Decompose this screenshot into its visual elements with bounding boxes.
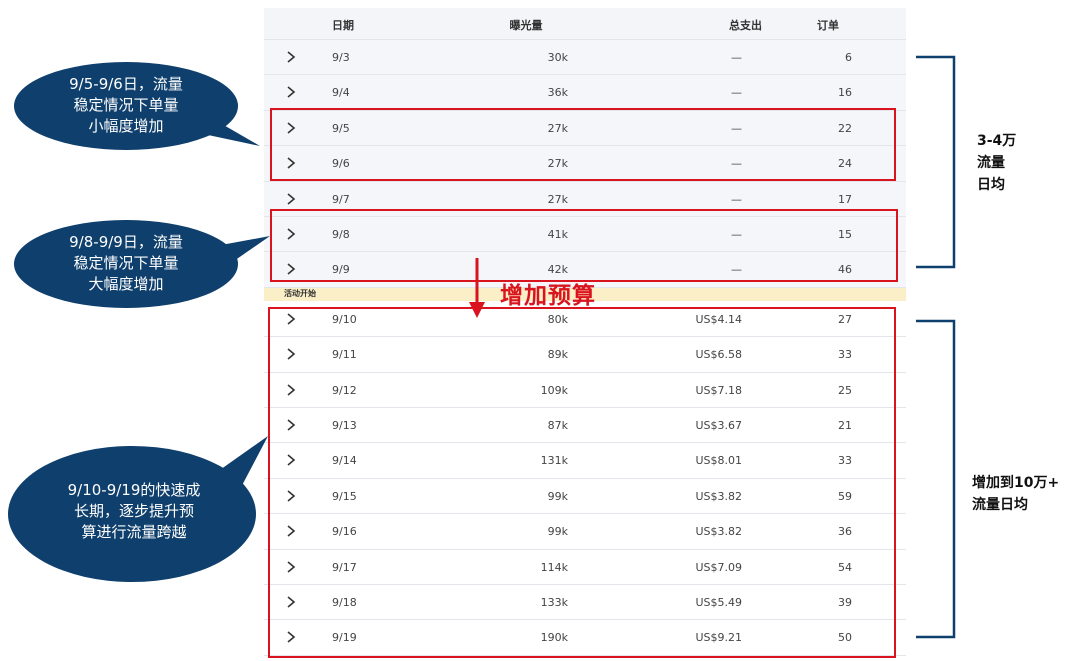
bracket-note-1-line-1: 3-4万 bbox=[977, 133, 1017, 149]
callout-2-line-1: 9/8-9/9日，流量 bbox=[69, 233, 183, 251]
expand-chevron-icon[interactable] bbox=[284, 84, 298, 100]
table-row[interactable]: 9/3 30k — 6 bbox=[264, 40, 906, 76]
bracket-note-1-line-2: 流量 bbox=[977, 155, 1005, 171]
callout-bubble-2: 9/8-9/9日，流量 稳定情况下单量 大幅度增加 bbox=[8, 212, 270, 312]
expand-chevron-icon[interactable] bbox=[284, 191, 298, 207]
cell-impressions: 27k bbox=[547, 192, 568, 206]
callout-bubble-1: 9/5-9/6日，流量 稳定情况下单量 小幅度增加 bbox=[8, 56, 260, 156]
cell-spend: — bbox=[731, 86, 742, 100]
highlight-box-9-8-9-9 bbox=[270, 209, 898, 282]
expand-chevron-icon[interactable] bbox=[284, 49, 298, 65]
bracket-pre-activity bbox=[914, 55, 958, 270]
header-orders: 订单 bbox=[817, 19, 839, 32]
bracket-note-2-line-1: 增加到10万+ bbox=[972, 475, 1060, 491]
highlight-box-9-10-9-19 bbox=[268, 307, 896, 658]
budget-increase-label: 增加预算 bbox=[500, 283, 596, 309]
bracket-note-post-activity: 增加到10万+ 流量日均 bbox=[972, 472, 1078, 516]
cell-orders: 17 bbox=[838, 192, 852, 206]
callout-3-line-1: 9/10-9/19的快速成 bbox=[67, 481, 201, 499]
highlight-box-9-5-9-6 bbox=[270, 108, 896, 181]
callout-2-line-3: 大幅度增加 bbox=[88, 275, 164, 293]
callout-3-line-2: 长期，逐步提升预 bbox=[73, 502, 194, 520]
cell-impressions: 30k bbox=[547, 51, 568, 64]
cell-impressions: 36k bbox=[547, 86, 568, 100]
cell-spend: — bbox=[731, 192, 742, 206]
cell-date: 9/4 bbox=[332, 86, 350, 100]
table-row[interactable]: 9/4 36k — 16 bbox=[264, 75, 906, 111]
bracket-post-activity bbox=[914, 319, 958, 641]
header-impressions: 曝光量 bbox=[509, 19, 543, 32]
callout-bubble-3: 9/10-9/19的快速成 长期，逐步提升预 算进行流量跨越 bbox=[4, 434, 268, 584]
callout-1-line-1: 9/5-9/6日，流量 bbox=[69, 75, 183, 93]
callout-1-line-2: 稳定情况下单量 bbox=[73, 96, 179, 114]
activity-start-label: 活动开始 bbox=[284, 289, 316, 298]
callout-2-line-2: 稳定情况下单量 bbox=[73, 254, 179, 272]
cell-date: 9/7 bbox=[332, 192, 350, 206]
bracket-note-2-line-2: 流量日均 bbox=[972, 497, 1028, 513]
header-spend: 总支出 bbox=[729, 19, 762, 32]
cell-orders: 16 bbox=[838, 86, 852, 100]
callout-1-line-3: 小幅度增加 bbox=[88, 117, 164, 135]
bracket-note-pre-activity: 3-4万 流量 日均 bbox=[977, 130, 1067, 196]
budget-increase-arrow-icon bbox=[468, 258, 486, 320]
callout-3-line-3: 算进行流量跨越 bbox=[81, 523, 187, 541]
bracket-note-1-line-3: 日均 bbox=[977, 177, 1005, 193]
header-date: 日期 bbox=[332, 19, 354, 32]
cell-date: 9/3 bbox=[332, 51, 350, 64]
cell-spend: — bbox=[731, 51, 742, 64]
cell-orders: 6 bbox=[845, 51, 852, 64]
table-header: 日期 曝光量 总支出 订单 bbox=[264, 8, 906, 40]
